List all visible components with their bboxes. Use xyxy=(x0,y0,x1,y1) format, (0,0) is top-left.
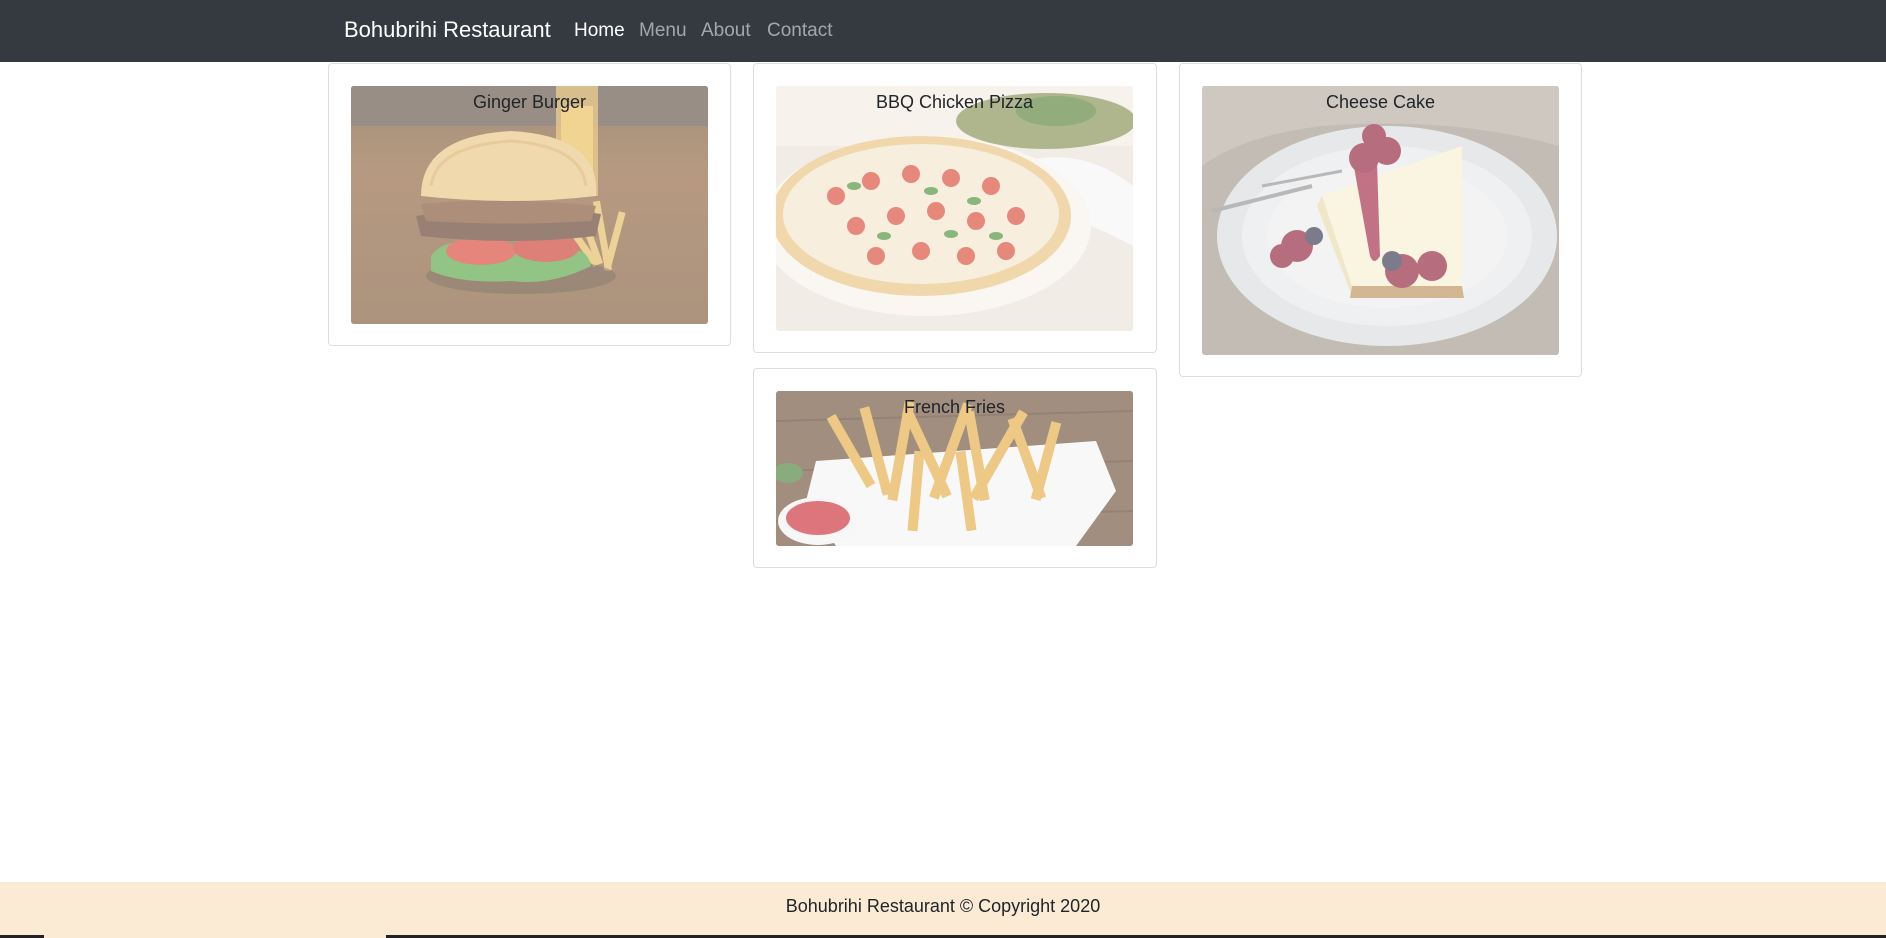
dish-title: Cheese Cake xyxy=(1325,92,1436,112)
dish-image-pizza[interactable]: BBQ Chicken Pizza xyxy=(776,86,1133,331)
footer: Bohubrihi Restaurant © Copyright 2020 xyxy=(0,882,1886,938)
nav-home[interactable]: Home xyxy=(574,20,625,42)
dish-card-french-fries[interactable]: French Fries xyxy=(753,368,1157,568)
dish-title: French Fries xyxy=(903,397,1006,417)
navbar: Bohubrihi Restaurant Home Menu About Con… xyxy=(0,0,1886,62)
dish-image-cheesecake[interactable]: Cheese Cake xyxy=(1202,86,1559,355)
dish-card-ginger-burger[interactable]: Ginger Burger xyxy=(328,63,731,346)
nav-menu[interactable]: Menu xyxy=(639,20,687,42)
copyright-text: Bohubrihi Restaurant © Copyright 2020 xyxy=(785,896,1101,916)
nav-about[interactable]: About xyxy=(701,20,751,42)
brand-link[interactable]: Bohubrihi Restaurant xyxy=(344,17,551,43)
dish-title: Ginger Burger xyxy=(472,92,587,112)
dish-title: BBQ Chicken Pizza xyxy=(875,92,1034,112)
dish-image-burger[interactable]: Ginger Burger xyxy=(351,86,708,324)
nav-contact[interactable]: Contact xyxy=(767,20,832,42)
dish-image-fries[interactable]: French Fries xyxy=(776,391,1133,546)
dish-card-bbq-chicken-pizza[interactable]: BBQ Chicken Pizza xyxy=(753,63,1157,353)
dish-card-cheese-cake[interactable]: Cheese Cake xyxy=(1179,63,1582,377)
